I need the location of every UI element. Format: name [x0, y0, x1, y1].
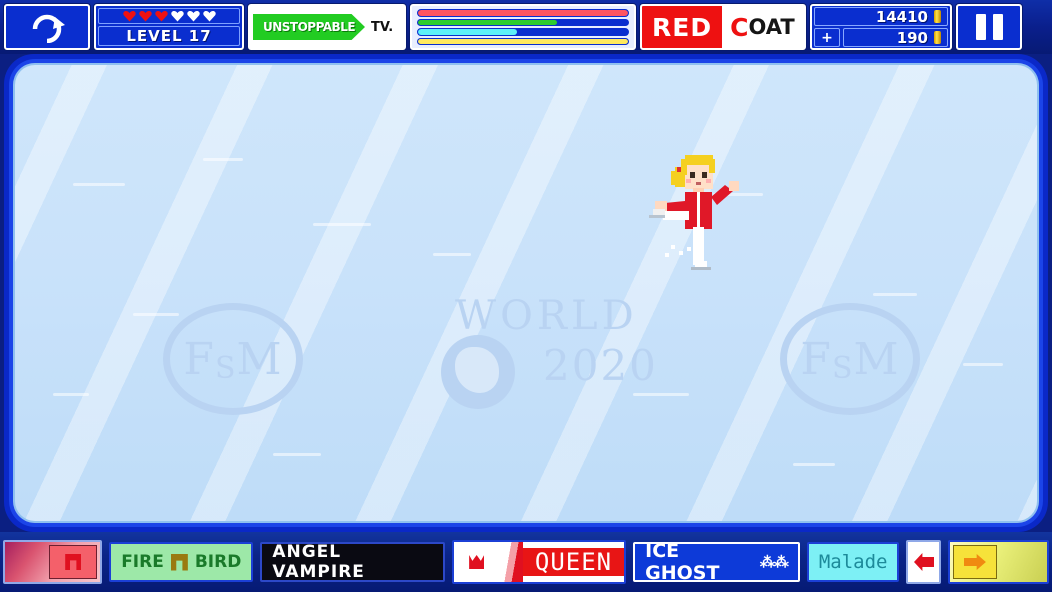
year-watermark-text: 2020	[543, 341, 658, 390]
character-name-plate: RED C OAT	[640, 4, 806, 50]
fsm-letter-f: F	[800, 333, 832, 385]
fsm-watermark-right: FSM	[780, 303, 920, 415]
angel-vampire-badge[interactable]: ANGEL VAMPIRE	[260, 542, 445, 582]
green-meter-fill	[418, 19, 557, 25]
rink-frame: FSM WORLD 2020 FSM	[4, 54, 1048, 532]
red-meter	[417, 9, 629, 17]
yellow-meter-fill	[418, 38, 628, 44]
refresh-icon	[32, 14, 65, 43]
score-total-row: 14410	[814, 7, 948, 26]
fsm-logo: FSM	[780, 303, 920, 415]
fire-bird-label-left: FIRE	[121, 552, 164, 572]
level-panel: LEVEL 17	[94, 4, 244, 50]
ice-ghost-glyph: ⁂⁂	[759, 553, 789, 571]
character-name-first: RED	[642, 6, 723, 48]
fsm-watermark-left: FSM	[163, 303, 303, 415]
powerup-gauge[interactable]	[3, 540, 103, 584]
green-meter	[417, 18, 629, 26]
powerup-icon-box	[49, 545, 98, 579]
fsm-letter-f: F	[183, 333, 215, 385]
yellow-meter	[417, 37, 629, 45]
lives-hearts	[98, 8, 240, 24]
arrow-button[interactable]	[906, 540, 941, 584]
fire-bird-label-right: BIRD	[194, 552, 242, 572]
score-total-plate: 14410	[814, 7, 948, 26]
score-panel: 14410 + 190	[810, 4, 952, 50]
ice-ghost-label: ICE GHOST	[645, 540, 720, 584]
heart-filled-icon	[138, 11, 152, 22]
bottom-item-bar: FIRE BIRD ANGEL VAMPIRE QUEEN ICE GHOST …	[0, 532, 1052, 592]
world-2020-watermark: WORLD 2020	[433, 293, 663, 413]
queen-badge[interactable]: QUEEN	[451, 540, 627, 584]
character-second-rest: OAT	[748, 15, 795, 39]
fsm-logo: FSM	[163, 303, 303, 415]
malade-badge[interactable]: Malade	[806, 542, 900, 582]
heart-empty-icon	[202, 11, 216, 22]
status-meters-panel	[410, 4, 636, 50]
figure-skater-character	[649, 155, 739, 270]
ice-rink-playfield[interactable]: FSM WORLD 2020 FSM	[13, 63, 1039, 523]
malade-label: Malade	[818, 551, 888, 573]
boost-meter[interactable]	[947, 540, 1049, 584]
pause-icon	[975, 14, 986, 40]
coin-icon	[934, 31, 941, 44]
queen-label-area: QUEEN	[522, 548, 625, 576]
character-name-second: C OAT	[722, 6, 804, 48]
heart-empty-icon	[170, 11, 184, 22]
pause-icon	[992, 14, 1003, 40]
heart-filled-icon	[122, 11, 136, 22]
rink-frame-inner: FSM WORLD 2020 FSM	[9, 59, 1043, 527]
character-second-initial: C	[730, 12, 749, 42]
red-meter-fill	[418, 10, 628, 16]
unstoppable-label: UNSTOPPABLE	[253, 14, 365, 40]
fire-bird-badge[interactable]: FIRE BIRD	[109, 542, 254, 582]
add-coins-button[interactable]: +	[814, 28, 840, 47]
queen-crown-area	[453, 542, 500, 582]
fsm-letter-s: S	[214, 350, 237, 386]
level-label: LEVEL 17	[98, 26, 240, 46]
angel-vampire-label: ANGEL VAMPIRE	[272, 542, 365, 582]
coin-icon	[934, 10, 941, 23]
score-delta-plate: 190	[843, 28, 948, 47]
game-screen: LEVEL 17 UNSTOPPABLE TV. RED C OAT 14410	[0, 0, 1052, 592]
gate-icon	[65, 554, 82, 570]
pause-button[interactable]	[956, 4, 1022, 50]
score-delta-value: 190	[896, 28, 928, 47]
ice-ghost-badge[interactable]: ICE GHOST ⁂⁂	[633, 540, 800, 584]
fsm-letter-s: S	[831, 350, 854, 386]
unstoppable-suffix: TV.	[371, 19, 394, 35]
heart-empty-icon	[186, 11, 200, 22]
crown-icon	[469, 555, 485, 569]
heart-filled-icon	[154, 11, 168, 22]
queen-label: QUEEN	[534, 548, 613, 576]
boost-icon-box	[952, 545, 997, 579]
world-watermark-text: WORLD	[455, 293, 638, 339]
top-hud-bar: LEVEL 17 UNSTOPPABLE TV. RED C OAT 14410	[0, 0, 1052, 54]
arrow-left-icon	[914, 553, 934, 571]
restart-button[interactable]	[4, 4, 90, 50]
queen-slash-decor	[499, 542, 523, 582]
cyan-meter-fill	[418, 29, 517, 35]
score-total-value: 14410	[875, 7, 928, 26]
gate-icon	[170, 553, 188, 571]
arrow-right-icon	[963, 554, 986, 570]
fsm-letter-m: M	[853, 333, 900, 385]
unstoppable-banner: UNSTOPPABLE TV.	[248, 4, 406, 50]
score-delta-row: + 190	[814, 28, 948, 47]
character-first-text: RED	[652, 12, 713, 42]
cyan-meter	[417, 28, 629, 36]
globe-icon	[441, 335, 515, 409]
fsm-letter-m: M	[236, 333, 283, 385]
